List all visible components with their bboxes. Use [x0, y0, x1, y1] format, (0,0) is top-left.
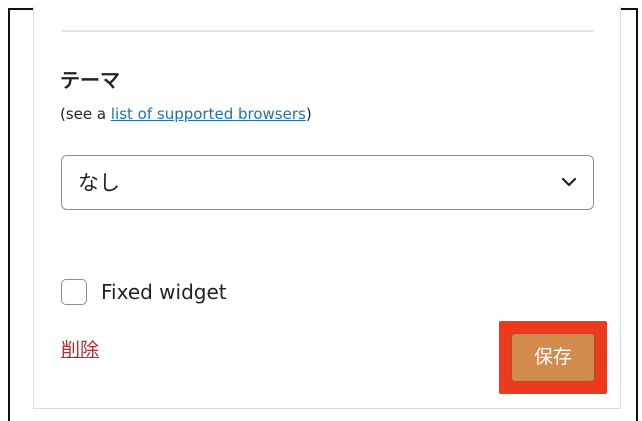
save-button[interactable]: 保存 — [511, 333, 595, 382]
theme-select-value: なし — [78, 171, 120, 195]
fixed-widget-option[interactable]: Fixed widget — [61, 276, 227, 308]
help-prefix: (see a — [60, 105, 111, 123]
fixed-widget-label[interactable]: Fixed widget — [101, 279, 227, 305]
supported-browsers-help: (see a list of supported browsers) — [60, 104, 312, 124]
screenshot-canvas: テーマ (see a list of supported browsers) な… — [0, 0, 642, 421]
section-divider — [61, 30, 594, 32]
theme-select[interactable]: なし — [61, 155, 594, 210]
theme-label: テーマ — [60, 68, 120, 92]
delete-link[interactable]: 削除 — [61, 337, 99, 363]
supported-browsers-link[interactable]: list of supported browsers — [111, 105, 306, 123]
fixed-widget-checkbox[interactable] — [61, 279, 87, 305]
chevron-down-icon — [561, 177, 577, 187]
help-suffix: ) — [305, 105, 312, 123]
